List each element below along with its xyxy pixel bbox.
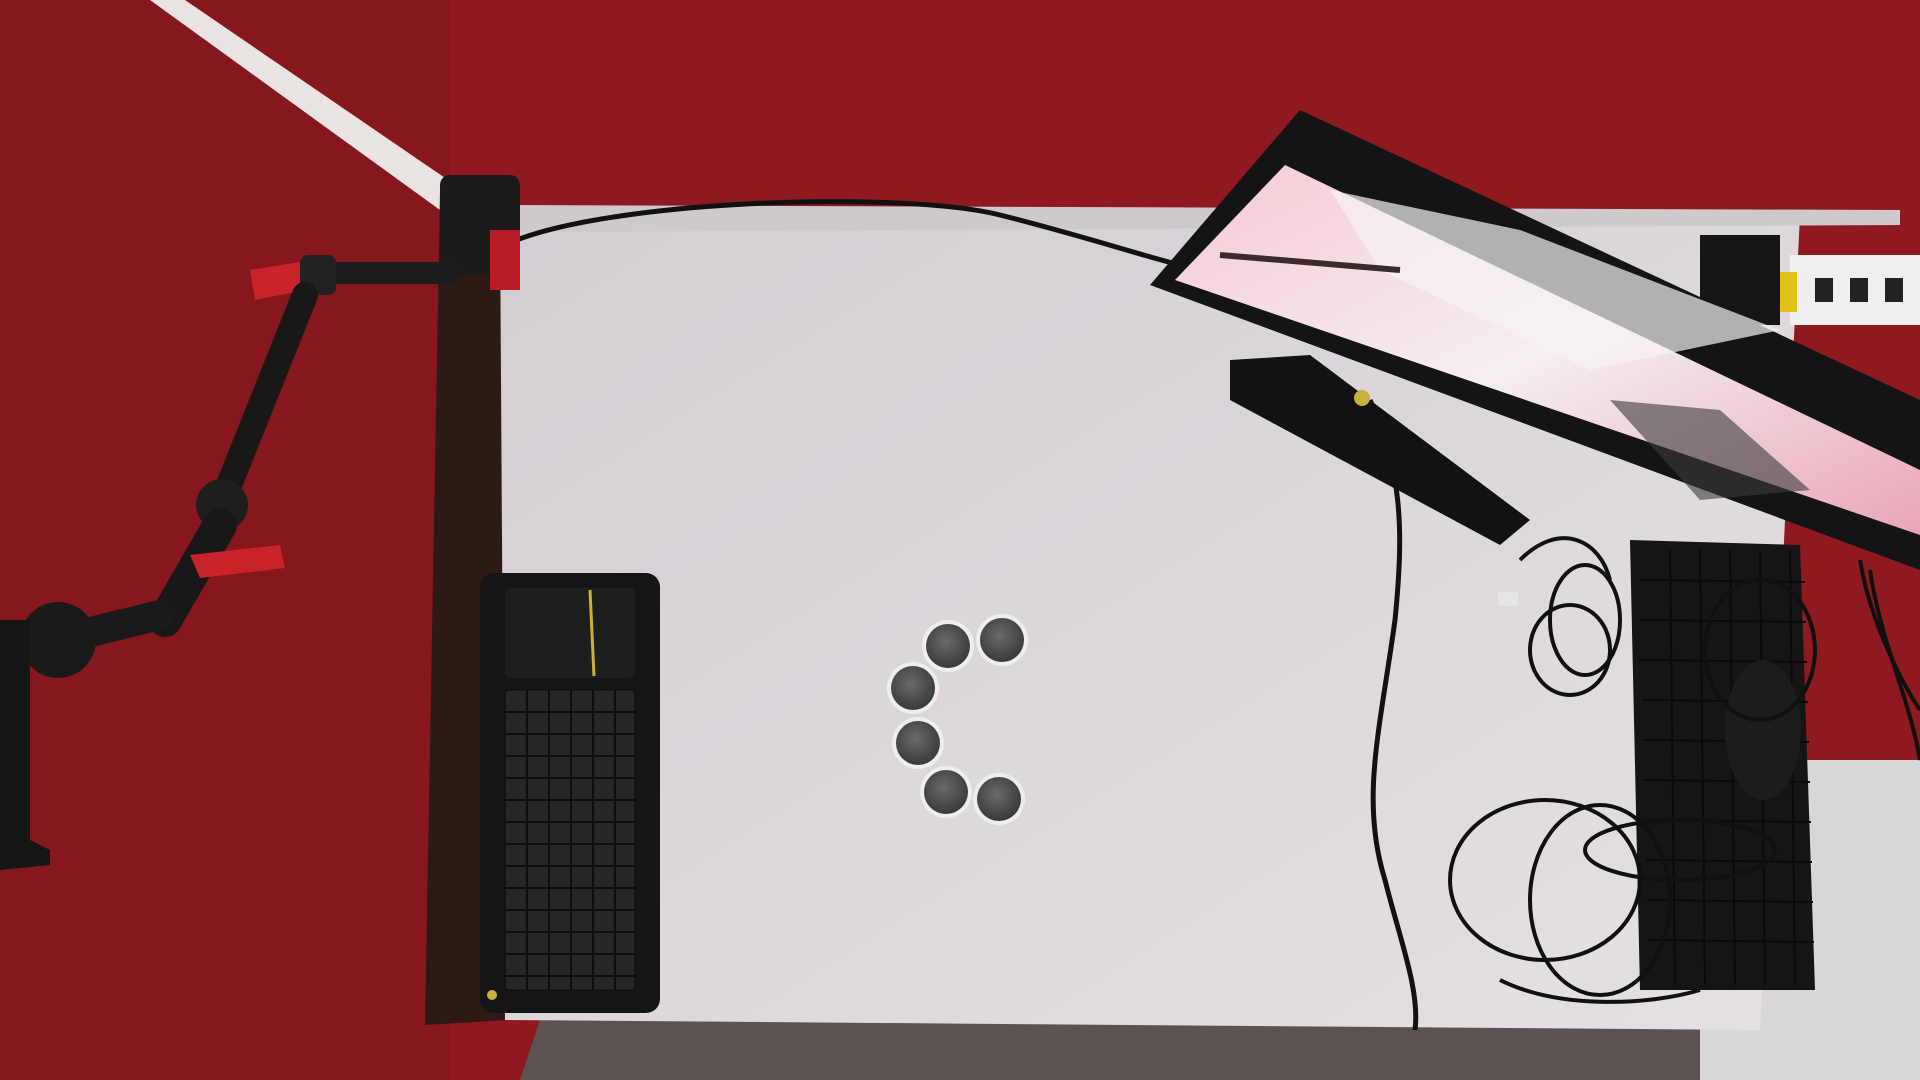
wireless-keyboard	[480, 573, 660, 1013]
checker-piece	[980, 618, 1024, 662]
usb-plug	[1498, 592, 1518, 606]
mouse	[1725, 660, 1801, 800]
checker-piece	[924, 770, 968, 814]
cable-plug	[1354, 390, 1370, 406]
checker-piece	[977, 777, 1021, 821]
checker-piece	[891, 666, 935, 710]
checker-piece	[926, 624, 970, 668]
scene	[0, 0, 1920, 1080]
checker-piece	[896, 721, 940, 765]
